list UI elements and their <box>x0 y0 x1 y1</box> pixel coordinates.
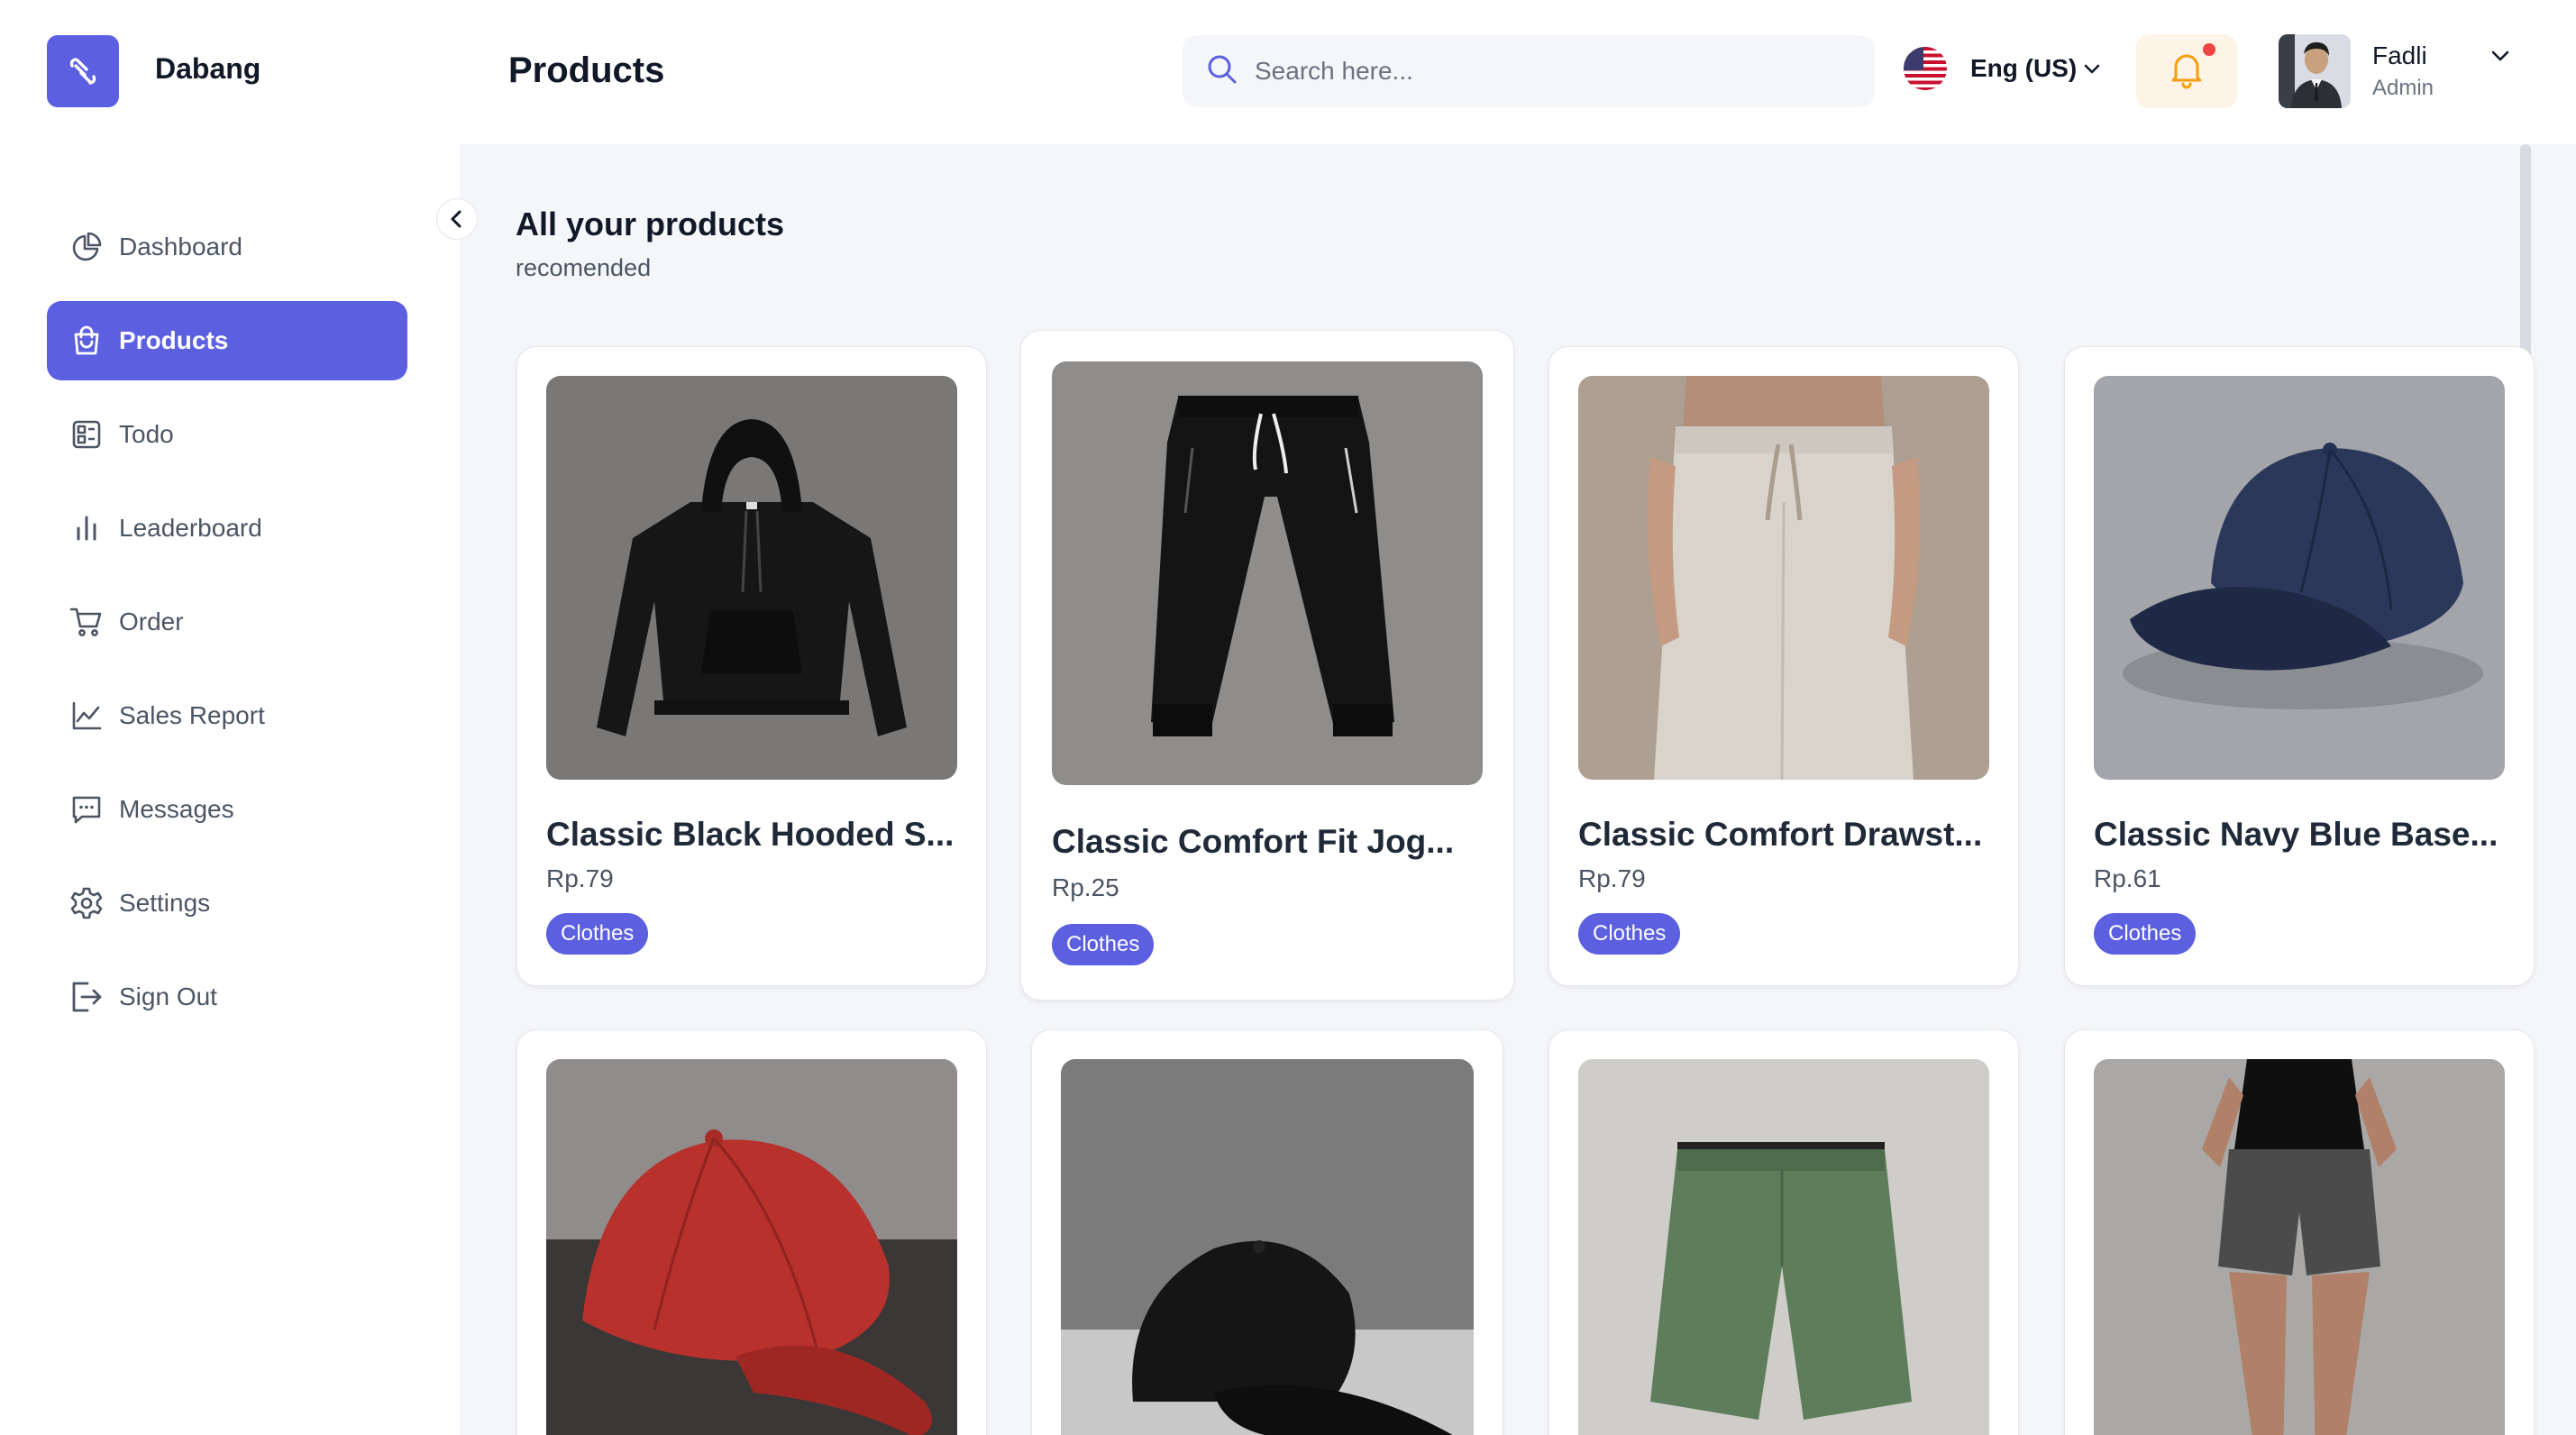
line-chart-icon <box>69 698 105 734</box>
notification-button[interactable] <box>2136 34 2237 108</box>
sidebar-item-dashboard[interactable]: Dashboard <box>47 207 407 287</box>
product-card[interactable]: Classic Navy Blue Base... Rp.61 Clothes <box>2064 346 2535 986</box>
us-flag-icon <box>1904 47 1947 90</box>
product-price: Rp.25 <box>1052 873 1119 901</box>
avatar[interactable] <box>2279 34 2351 108</box>
sidebar-item-label: Products <box>119 326 229 354</box>
sidebar-item-label: Order <box>119 608 184 635</box>
product-card[interactable] <box>516 1029 987 1435</box>
search-input[interactable] <box>1255 57 1832 86</box>
sidebar-item-products[interactable]: Products <box>47 301 407 380</box>
chevron-down-icon <box>2082 59 2102 78</box>
product-image-black-hoodie <box>546 376 957 780</box>
collapse-sidebar-button[interactable] <box>436 198 478 240</box>
sidebar-item-todo[interactable]: Todo <box>47 395 407 474</box>
shopping-bag-icon <box>69 323 105 359</box>
checklist-icon <box>69 416 105 452</box>
user-name: Fadli <box>2372 41 2427 69</box>
product-image-grey-drawstring-pants <box>1578 376 1989 780</box>
product-card[interactable] <box>2064 1029 2535 1435</box>
search-icon <box>1206 53 1238 90</box>
product-card[interactable]: Classic Comfort Fit Jog... Rp.25 Clothes <box>1020 330 1514 1001</box>
product-image-grey-athletic-shorts <box>2094 1059 2505 1435</box>
sidebar-item-label: Sales Report <box>119 701 265 729</box>
product-image-navy-baseball-cap <box>2094 376 2505 780</box>
pie-chart-icon <box>69 229 105 265</box>
message-icon <box>69 791 105 827</box>
product-image-black-baseball-cap <box>1061 1059 1474 1435</box>
section-title: All your products <box>516 206 785 242</box>
brand-name: Dabang <box>155 52 261 85</box>
product-price: Rp.61 <box>2094 864 2161 892</box>
product-card[interactable]: Classic Black Hooded S... Rp.79 Clothes <box>516 346 987 986</box>
product-image-black-joggers <box>1052 361 1483 785</box>
category-badge[interactable]: Clothes <box>546 913 649 955</box>
product-price: Rp.79 <box>546 864 614 892</box>
sidebar-item-label: Dashboard <box>119 233 242 260</box>
gear-icon <box>69 885 105 921</box>
bell-icon <box>2166 49 2207 95</box>
chevron-left-icon <box>446 208 468 230</box>
sidebar-item-label: Messages <box>119 795 234 823</box>
language-selector[interactable]: Eng (US) <box>1904 47 2102 90</box>
sidebar-item-label: Sign Out <box>119 983 217 1010</box>
product-title: Classic Black Hooded S... <box>546 816 955 853</box>
product-image-red-baseball-cap <box>546 1059 957 1435</box>
user-role: Admin <box>2372 76 2434 100</box>
category-badge[interactable]: Clothes <box>1052 924 1155 965</box>
sign-out-icon <box>69 979 105 1015</box>
sidebar: Dabang Dashboard Products Todo Leaderboa… <box>0 0 460 1435</box>
category-badge[interactable]: Clothes <box>1578 913 1681 955</box>
sidebar-item-label: Todo <box>119 420 174 448</box>
product-card[interactable] <box>1548 1029 2019 1435</box>
sidebar-item-sales-report[interactable]: Sales Report <box>47 676 407 755</box>
sidebar-item-leaderboard[interactable]: Leaderboard <box>47 489 407 568</box>
logo-icon[interactable] <box>47 35 119 107</box>
notification-dot <box>2203 43 2215 56</box>
bar-chart-icon <box>69 510 105 546</box>
product-title: Classic Navy Blue Base... <box>2094 816 2498 853</box>
user-menu-chevron-icon[interactable] <box>2486 41 2515 70</box>
product-card[interactable] <box>1031 1029 1503 1435</box>
category-badge[interactable]: Clothes <box>2094 913 2197 955</box>
product-title: Classic Comfort Fit Jog... <box>1052 823 1455 860</box>
product-card[interactable]: Classic Comfort Drawst... Rp.79 Clothes <box>1548 346 2019 986</box>
sidebar-item-messages[interactable]: Messages <box>47 770 407 849</box>
product-image-green-shorts <box>1578 1059 1989 1435</box>
product-price: Rp.79 <box>1578 864 1646 892</box>
product-title: Classic Comfort Drawst... <box>1578 816 1983 853</box>
sidebar-item-sign-out[interactable]: Sign Out <box>47 957 407 1037</box>
page-title: Products <box>508 50 665 90</box>
sidebar-nav: Dashboard Products Todo Leaderboard Orde… <box>47 207 407 1051</box>
search-bar[interactable] <box>1183 35 1875 107</box>
sidebar-item-order[interactable]: Order <box>47 582 407 662</box>
cart-icon <box>69 604 105 640</box>
section-subtitle: recomended <box>516 254 652 281</box>
sidebar-item-label: Leaderboard <box>119 514 262 542</box>
sidebar-item-label: Settings <box>119 889 211 917</box>
app-root: Dabang Dashboard Products Todo Leaderboa… <box>0 0 2576 1435</box>
sidebar-item-settings[interactable]: Settings <box>47 864 407 943</box>
language-label: Eng (US) <box>1970 54 2078 82</box>
